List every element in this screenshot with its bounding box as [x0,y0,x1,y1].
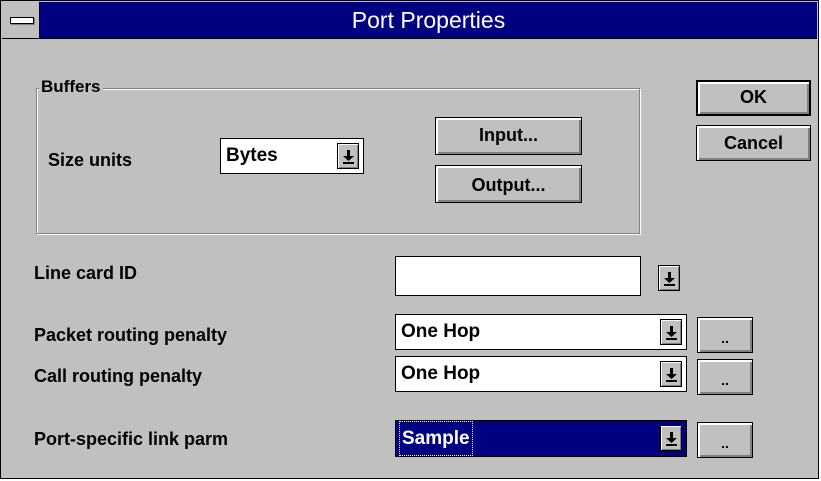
window-title: Port Properties [351,7,506,33]
input-button[interactable]: Input... [435,117,582,155]
call-routing-penalty-dropdown[interactable]: One Hop [395,356,687,392]
port-specific-link-parm-dropdown[interactable]: Sample [395,420,687,457]
call-routing-more-button[interactable]: .. [697,359,753,395]
size-units-value: Bytes [226,145,278,166]
dropdown-arrow-icon [666,432,677,446]
packet-routing-dropdown-button[interactable] [660,319,682,345]
line-card-id-input[interactable] [395,256,641,296]
call-routing-penalty-value: One Hop [401,363,481,384]
port-properties-dialog: Port Properties Buffers Size units Bytes… [0,0,819,479]
system-menu-icon [10,17,34,24]
port-specific-link-parm-label: Port-specific link parm [34,429,229,449]
packet-routing-penalty-value: One Hop [401,321,481,342]
packet-routing-penalty-label: Packet routing penalty [34,325,228,345]
dropdown-arrow-icon [666,368,677,382]
ok-button[interactable]: OK [696,80,811,116]
size-units-dropdown-button[interactable] [337,143,359,169]
title-bar[interactable]: Port Properties [2,2,817,39]
system-menu-button[interactable] [2,2,40,38]
port-link-parm-more-button[interactable]: .. [697,422,753,458]
cancel-button[interactable]: Cancel [696,125,811,161]
call-routing-penalty-label: Call routing penalty [34,366,203,386]
packet-routing-more-button[interactable]: .. [697,317,753,353]
packet-routing-penalty-dropdown[interactable]: One Hop [395,314,687,350]
line-card-id-dropdown-button[interactable] [658,265,680,291]
size-units-label: Size units [48,150,133,170]
dropdown-arrow-icon [664,272,675,286]
output-button[interactable]: Output... [435,165,582,203]
call-routing-dropdown-button[interactable] [660,361,682,387]
port-specific-link-parm-value: Sample [399,421,473,456]
dropdown-arrow-icon [343,150,354,164]
dropdown-arrow-icon [666,326,677,340]
port-link-parm-dropdown-button[interactable] [660,425,682,451]
buffers-group-label: Buffers [39,77,103,97]
line-card-id-label: Line card ID [34,263,138,283]
